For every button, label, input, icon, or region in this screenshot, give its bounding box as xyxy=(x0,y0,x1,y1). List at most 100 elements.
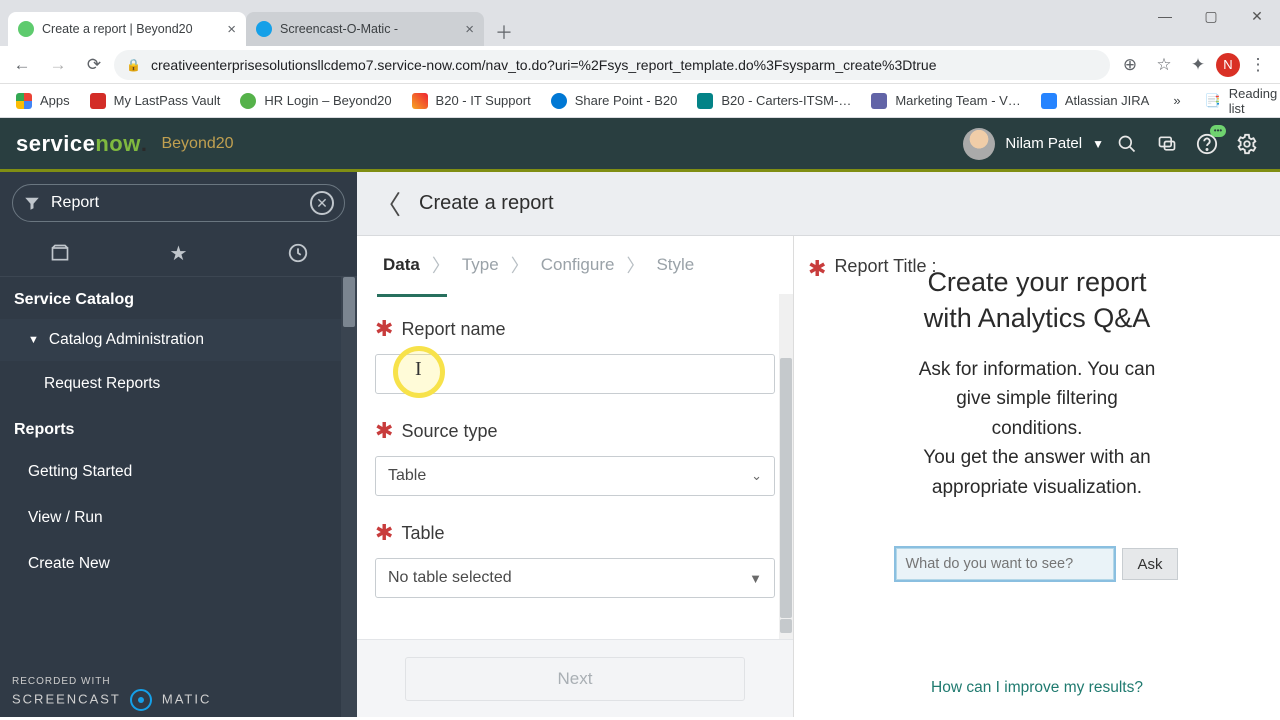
nav-item-getting-started[interactable]: Getting Started xyxy=(0,449,357,495)
ask-button[interactable]: Ask xyxy=(1122,548,1177,580)
label-text: Report name xyxy=(401,319,505,340)
wizard-step-configure[interactable]: Configure xyxy=(535,255,621,275)
kebab-menu-icon[interactable]: ⋮ xyxy=(1242,49,1274,81)
instance-name[interactable]: Beyond20 xyxy=(161,135,233,153)
reload-icon[interactable]: ⟳ xyxy=(78,49,110,81)
bookmark-item[interactable]: B20 - IT Support xyxy=(404,89,539,113)
nav-scrollbar[interactable] xyxy=(341,277,357,717)
all-apps-icon[interactable] xyxy=(25,236,95,270)
chevron-down-icon: ▼ xyxy=(749,571,762,586)
url-text: creativeenterprisesolutionsllcdemo7.serv… xyxy=(151,57,937,73)
table-select[interactable]: No table selected ▼ xyxy=(375,558,775,598)
back-icon[interactable]: 〈 xyxy=(375,185,401,222)
gear-icon[interactable] xyxy=(1230,127,1264,161)
chevron-down-icon: ⌄ xyxy=(751,468,762,484)
report-name-input[interactable] xyxy=(375,354,775,394)
bookmark-label: B20 - IT Support xyxy=(436,93,531,108)
nav-section-catalog-admin[interactable]: ▼ Catalog Administration xyxy=(0,319,357,361)
back-icon[interactable]: ← xyxy=(6,49,38,81)
clear-filter-icon[interactable]: ✕ xyxy=(310,191,334,215)
improve-results-link[interactable]: How can I improve my results? xyxy=(931,679,1143,697)
favicon-icon xyxy=(256,21,272,37)
profile-avatar[interactable]: N xyxy=(1216,53,1240,77)
star-icon[interactable]: ☆ xyxy=(1148,49,1180,81)
tab-title: Screencast-O-Matic - xyxy=(280,22,398,36)
maximize-icon[interactable]: ▢ xyxy=(1188,0,1234,32)
nav-item-request-reports[interactable]: Request Reports xyxy=(0,361,357,407)
source-type-select[interactable]: Table ⌄ xyxy=(375,456,775,496)
user-menu[interactable]: Nilam Patel ▼ xyxy=(963,128,1104,160)
apps-icon xyxy=(16,93,32,109)
form-body: ✱ Report name I ✱ Source type T xyxy=(357,294,793,639)
nav-label: Catalog Administration xyxy=(49,331,204,349)
bookmark-icon xyxy=(871,93,887,109)
filter-icon xyxy=(23,194,41,212)
bookmark-label: My LastPass Vault xyxy=(114,93,221,108)
bookmark-item[interactable]: B20 - Carters-ITSM-… xyxy=(689,89,859,113)
nav-item-create-new[interactable]: Create New xyxy=(0,541,357,587)
bookmark-label: B20 - Carters-ITSM-… xyxy=(721,93,851,108)
bookmark-icon xyxy=(697,93,713,109)
wizard-step-data[interactable]: Data xyxy=(377,255,426,275)
search-icon[interactable] xyxy=(1110,127,1144,161)
close-icon[interactable]: × xyxy=(465,21,474,38)
wizard-step-style[interactable]: Style xyxy=(650,255,700,275)
minimize-icon[interactable]: ― xyxy=(1142,0,1188,32)
omnibox[interactable]: 🔒 creativeenterprisesolutionsllcdemo7.se… xyxy=(114,50,1110,80)
browser-tab-active[interactable]: Create a report | Beyond20 × xyxy=(8,12,246,46)
favorites-icon[interactable]: ★ xyxy=(144,236,214,270)
reading-list-icon: 📑 xyxy=(1205,93,1221,109)
wizard-step-type[interactable]: Type xyxy=(456,255,505,275)
browser-tab-inactive[interactable]: Screencast-O-Matic - × xyxy=(246,12,484,46)
bookmark-item[interactable]: Marketing Team - V… xyxy=(863,89,1028,113)
nav-section-service-catalog[interactable]: Service Catalog xyxy=(0,277,357,319)
history-icon[interactable] xyxy=(263,236,333,270)
bookmark-label: HR Login – Beyond20 xyxy=(264,93,391,108)
bookmark-item[interactable]: Atlassian JIRA xyxy=(1033,89,1158,113)
favicon-icon xyxy=(18,21,34,37)
select-value: No table selected xyxy=(388,569,512,587)
scrollbar-thumb[interactable] xyxy=(780,358,792,618)
close-window-icon[interactable]: ✕ xyxy=(1234,0,1280,32)
bookmark-icon xyxy=(90,93,106,109)
close-icon[interactable]: × xyxy=(227,21,236,38)
qa-input[interactable] xyxy=(896,548,1114,580)
watermark-line: RECORDED WITH xyxy=(12,676,211,687)
scrollbar-thumb[interactable] xyxy=(780,619,792,633)
new-tab-button[interactable]: ＋ xyxy=(490,18,518,46)
qa-heading: Create your report with Analytics Q&A xyxy=(808,264,1266,337)
apps-button[interactable]: Apps xyxy=(8,89,78,113)
nav-scroll[interactable]: Service Catalog ▼ Catalog Administration… xyxy=(0,277,357,717)
watermark-brand: SCREENCAST xyxy=(12,691,121,706)
label-text: Source type xyxy=(401,421,497,442)
bookmark-item[interactable]: HR Login – Beyond20 xyxy=(232,89,399,113)
collapse-icon: ▼ xyxy=(28,334,39,346)
forward-icon[interactable]: → xyxy=(42,49,74,81)
chevron-right-icon: 〉 xyxy=(626,252,644,278)
content-header: 〈 Create a report xyxy=(357,172,1280,236)
reading-list-button[interactable]: 📑 Reading list xyxy=(1197,82,1280,120)
bookmark-item[interactable]: My LastPass Vault xyxy=(82,89,229,113)
help-icon[interactable]: ••• xyxy=(1190,127,1224,161)
next-bar: Next xyxy=(357,639,793,717)
source-type-label: ✱ Source type xyxy=(375,418,775,444)
next-button[interactable]: Next xyxy=(405,657,745,701)
scrollbar-thumb[interactable] xyxy=(343,277,355,327)
extensions-icon[interactable]: ✦ xyxy=(1182,49,1214,81)
bookmark-item[interactable]: Share Point - B20 xyxy=(543,89,686,113)
tab-strip: Create a report | Beyond20 × Screencast-… xyxy=(8,8,518,46)
nav-tabs: ★ xyxy=(0,230,357,277)
nav-filter[interactable]: ✕ xyxy=(12,184,345,222)
bookmark-label: Share Point - B20 xyxy=(575,93,678,108)
chat-icon[interactable] xyxy=(1150,127,1184,161)
zoom-icon[interactable]: ⊕ xyxy=(1114,49,1146,81)
bookmark-overflow[interactable]: » xyxy=(1165,89,1188,112)
required-icon: ✱ xyxy=(375,520,393,546)
nav-item-view-run[interactable]: View / Run xyxy=(0,495,357,541)
required-icon: ✱ xyxy=(375,418,393,444)
bookmark-label: Atlassian JIRA xyxy=(1065,93,1150,108)
nav-section-reports[interactable]: Reports xyxy=(0,407,357,449)
nav-filter-input[interactable] xyxy=(51,194,300,212)
servicenow-logo[interactable]: servicenow. xyxy=(16,131,147,157)
watermark-brand: MATIC xyxy=(162,691,211,706)
